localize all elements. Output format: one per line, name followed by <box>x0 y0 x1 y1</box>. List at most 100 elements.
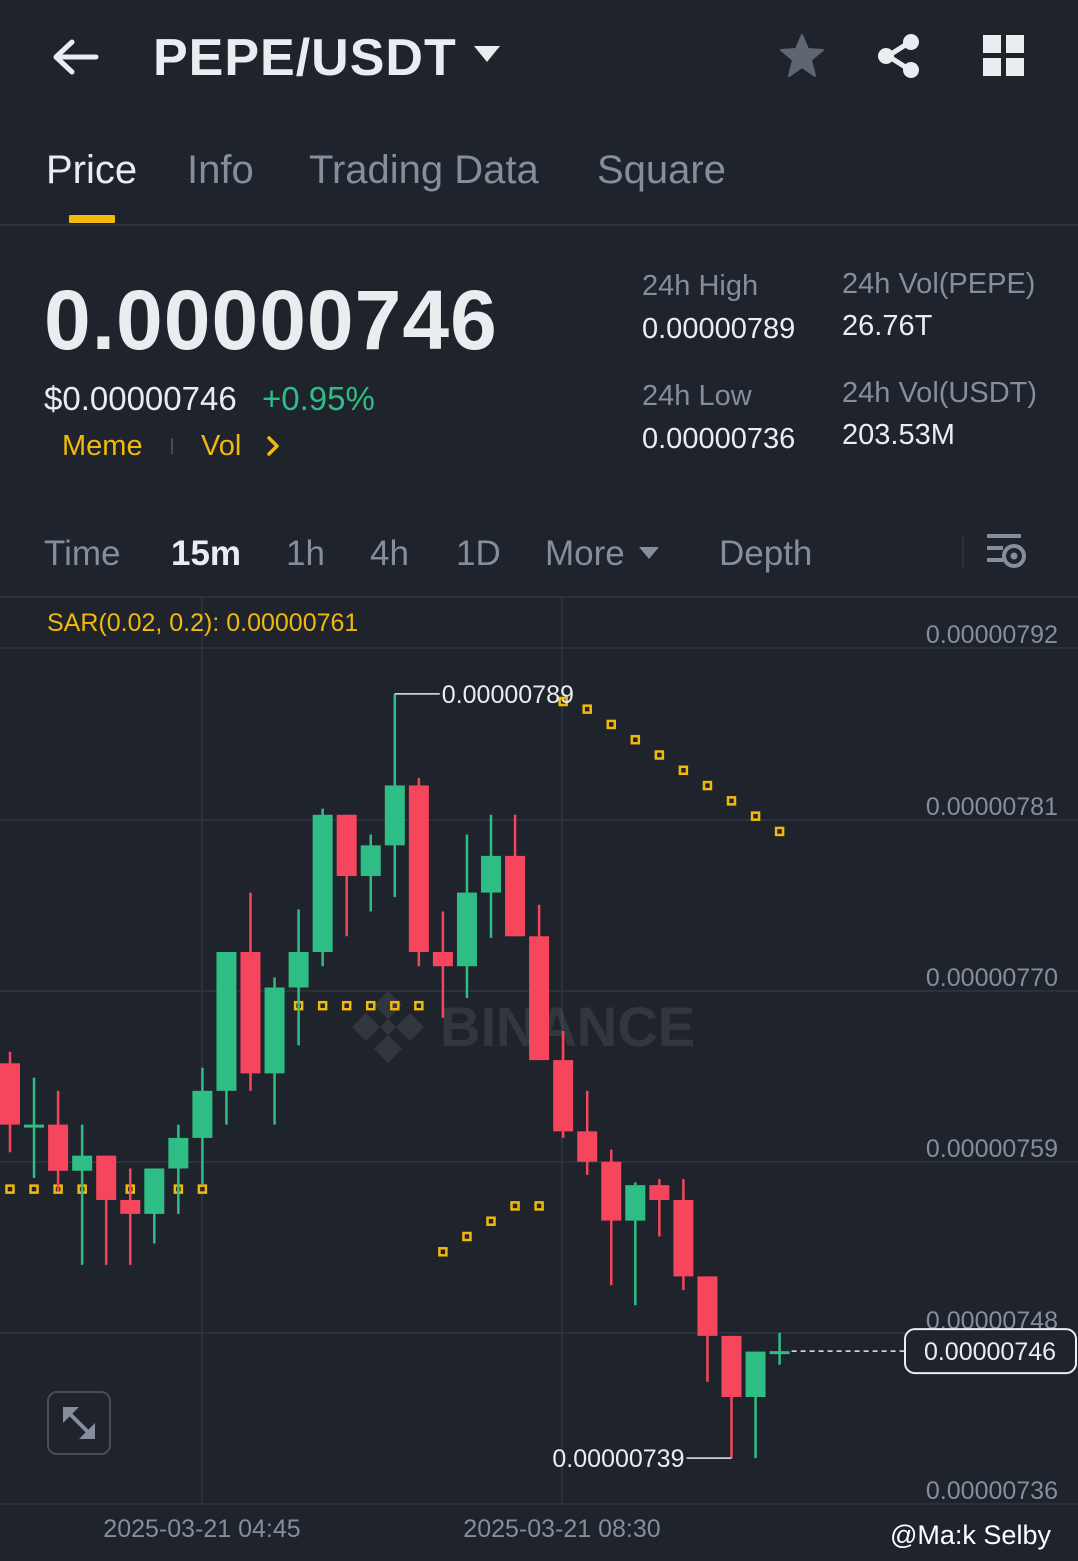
candle-body[interactable] <box>168 1137 189 1169</box>
tf-1d[interactable]: 1D <box>456 534 501 574</box>
candle-body[interactable] <box>144 1168 165 1214</box>
grid-icon[interactable] <box>982 34 1026 78</box>
tf-more[interactable]: More <box>545 534 625 574</box>
current-price-label: 0.00000746 <box>924 1338 1056 1366</box>
candle-body[interactable] <box>505 855 526 937</box>
candle-body[interactable] <box>697 1276 718 1336</box>
sar-point <box>438 1247 448 1257</box>
divider <box>962 535 964 569</box>
candle-body[interactable] <box>673 1199 694 1277</box>
high-marker-label: 0.00000789 <box>442 681 574 709</box>
stat-vol-base-value: 26.76T <box>842 310 933 342</box>
candle-body[interactable] <box>769 1351 790 1355</box>
stat-low-label: 24h Low <box>642 380 752 412</box>
sar-indicator-label: SAR(0.02, 0.2): 0.00000761 <box>47 609 359 637</box>
y-tick-label: 0.00000792 <box>926 621 1058 649</box>
pair-title[interactable]: PEPE/USDT <box>153 28 457 88</box>
candle-body[interactable] <box>408 785 429 953</box>
candle-body[interactable] <box>721 1335 742 1397</box>
fullscreen-button[interactable] <box>47 1391 111 1455</box>
candle-body[interactable] <box>288 952 309 988</box>
caret-down-icon[interactable] <box>638 545 660 561</box>
candle-body[interactable] <box>481 855 501 893</box>
candle-body[interactable] <box>529 936 550 1061</box>
candle-body[interactable] <box>601 1161 622 1221</box>
candle-body[interactable] <box>48 1124 69 1171</box>
tag-meme[interactable]: Meme <box>62 430 143 463</box>
stat-low-value: 0.00000736 <box>642 423 796 455</box>
chevron-right-icon[interactable] <box>265 432 283 460</box>
active-tab-indicator <box>69 215 115 223</box>
candle-body[interactable] <box>24 1124 45 1128</box>
sar-point <box>630 734 641 745</box>
candle-body[interactable] <box>336 814 357 877</box>
sar-point <box>341 1000 352 1011</box>
candle-body[interactable] <box>745 1351 766 1397</box>
x-tick-label: 2025-03-21 08:30 <box>463 1515 660 1543</box>
candle-body[interactable] <box>312 814 333 953</box>
candle-body[interactable] <box>72 1155 93 1171</box>
expand-icon <box>63 1407 95 1439</box>
candle-body[interactable] <box>120 1199 141 1214</box>
stat-high-label: 24h High <box>642 270 759 302</box>
tab-square[interactable]: Square <box>597 148 726 193</box>
sar-point <box>654 750 665 760</box>
sar-point <box>486 1216 496 1226</box>
sar-point <box>317 1000 328 1011</box>
star-icon[interactable] <box>778 32 826 80</box>
candle-body[interactable] <box>649 1185 670 1200</box>
candle-body[interactable] <box>625 1185 646 1221</box>
sar-point <box>582 704 592 714</box>
back-arrow-icon[interactable] <box>48 30 104 86</box>
sar-point <box>726 796 737 806</box>
tf-depth[interactable]: Depth <box>719 534 812 574</box>
tag-vol[interactable]: Vol <box>201 430 241 463</box>
sar-point <box>774 826 785 837</box>
author-watermark: @Ma:k Selby <box>890 1520 1051 1550</box>
sar-point <box>678 765 689 776</box>
tf-15m[interactable]: 15m <box>171 534 241 574</box>
stat-vol-quote-label: 24h Vol(USDT) <box>842 377 1038 409</box>
stat-high-value: 0.00000789 <box>642 313 796 345</box>
sar-point <box>534 1201 544 1211</box>
tf-4h[interactable]: 4h <box>370 534 409 574</box>
candle-body[interactable] <box>216 952 237 1091</box>
sar-point <box>414 1000 424 1011</box>
sar-point <box>462 1231 472 1242</box>
candle-body[interactable] <box>240 952 261 1074</box>
candle-body[interactable] <box>96 1155 117 1200</box>
candle-body[interactable] <box>432 952 453 967</box>
stat-vol-quote-value: 203.53M <box>842 419 955 451</box>
tf-time[interactable]: Time <box>44 534 120 574</box>
candle-body[interactable] <box>456 892 477 967</box>
sar-point <box>702 780 713 791</box>
x-tick-label: 2025-03-21 04:45 <box>103 1515 300 1543</box>
candle-body[interactable] <box>384 785 405 846</box>
y-tick-label: 0.00000759 <box>926 1135 1058 1163</box>
tab-trading-data[interactable]: Trading Data <box>309 148 539 193</box>
candle-body[interactable] <box>0 1063 20 1125</box>
tag-separator <box>171 438 173 454</box>
candles <box>0 693 790 1459</box>
candle-body[interactable] <box>553 1060 574 1132</box>
y-tick-label: 0.00000736 <box>926 1477 1058 1505</box>
candlestick-chart[interactable]: BINANCE 0.00000792 0.00000781 0.00000770 0.… <box>0 598 1078 1561</box>
binance-watermark-text: BINANCE <box>440 995 695 1058</box>
candle-body[interactable] <box>264 987 285 1074</box>
share-icon[interactable] <box>874 32 922 80</box>
tf-1h[interactable]: 1h <box>286 534 325 574</box>
tab-info[interactable]: Info <box>187 148 254 193</box>
low-marker-label: 0.00000739 <box>552 1445 684 1473</box>
caret-down-icon[interactable] <box>472 44 502 66</box>
last-price: 0.00000746 <box>44 273 498 367</box>
binance-watermark: BINANCE <box>352 991 695 1063</box>
y-tick-label: 0.00000781 <box>926 793 1058 821</box>
candle-body[interactable] <box>192 1090 213 1138</box>
sar-point <box>29 1184 39 1194</box>
sar-point <box>5 1184 15 1194</box>
candle-body[interactable] <box>360 845 381 877</box>
candle-body[interactable] <box>577 1131 598 1162</box>
tab-price[interactable]: Price <box>46 148 137 193</box>
y-tick-label: 0.00000770 <box>926 964 1058 992</box>
chart-settings-icon[interactable] <box>985 532 1027 572</box>
